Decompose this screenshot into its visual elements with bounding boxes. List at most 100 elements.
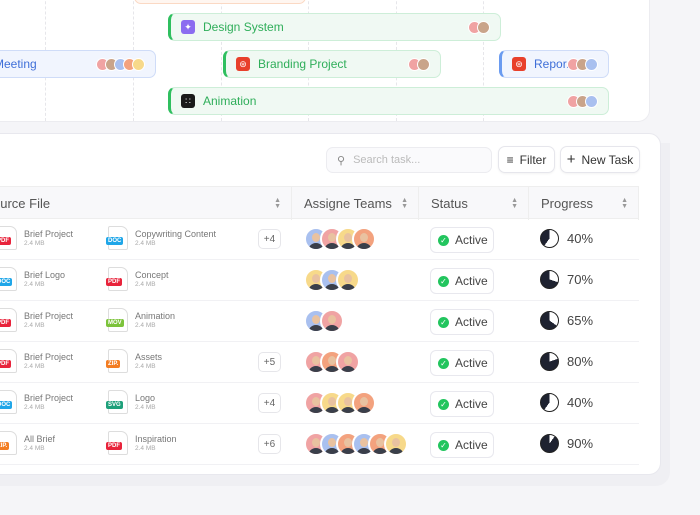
- check-circle-icon: ✓: [438, 235, 449, 246]
- assignee-avatars: [304, 309, 336, 333]
- timeline-bar-partial[interactable]: [134, 0, 306, 4]
- column-progress[interactable]: Progress▲▼: [529, 187, 639, 220]
- plus-icon: +: [567, 151, 576, 168]
- more-files-button[interactable]: +5: [258, 352, 281, 372]
- search-input[interactable]: ⚲Search task...: [326, 147, 492, 173]
- sort-icon[interactable]: ▲▼: [511, 198, 518, 210]
- column-status[interactable]: Status▲▼: [419, 187, 529, 220]
- sort-icon[interactable]: ▲▼: [274, 198, 281, 210]
- assignee-avatars: [304, 391, 368, 415]
- file-icon: ZIP.: [0, 431, 17, 455]
- timeline-bar-label: Meeting: [0, 57, 37, 71]
- progress-pie-icon: [540, 434, 559, 453]
- file-item[interactable]: DOCCopywriting Content2.4 MB: [108, 226, 216, 250]
- column-source-file[interactable]: ource File▲▼: [0, 187, 292, 220]
- table-row[interactable]: DOCBrief Project2.4 MB SVGLogo2.4 MB +4 ✓Ac…: [0, 383, 639, 424]
- status-badge[interactable]: ✓Active: [430, 432, 494, 458]
- status-badge[interactable]: ✓Active: [430, 268, 494, 294]
- assignee-avatars: [304, 350, 352, 374]
- file-icon: PDF: [0, 349, 17, 373]
- avatar: [132, 58, 145, 71]
- avatar: [585, 95, 598, 108]
- avatar: [417, 58, 430, 71]
- design-icon: ✦: [181, 20, 195, 34]
- timeline-bar-label: Design System: [203, 20, 284, 34]
- file-icon: PDF: [0, 226, 17, 250]
- file-icon: ZIP.: [108, 349, 128, 373]
- avatar: [352, 227, 376, 251]
- check-circle-icon: ✓: [438, 440, 449, 451]
- status-badge[interactable]: ✓Active: [430, 350, 494, 376]
- timeline-bar[interactable]: ⊛Repor...: [499, 50, 609, 78]
- assignee-avatars: [304, 268, 352, 292]
- more-files-button[interactable]: +4: [258, 393, 281, 413]
- file-item[interactable]: ZIP.Assets2.4 MB: [108, 349, 162, 373]
- sort-icon[interactable]: ▲▼: [621, 198, 628, 210]
- avatar: [352, 391, 376, 415]
- timeline-panel: ✦ Design System Meeting ⊛ Branding Project ⊛R…: [0, 0, 650, 122]
- progress-indicator: 40%: [540, 393, 593, 412]
- file-item[interactable]: ZIP.All Brief2.4 MB: [0, 431, 55, 455]
- file-item[interactable]: PDFBrief Project2.4 MB: [0, 349, 73, 373]
- progress-pie-icon: [540, 270, 559, 289]
- table-header: ource File▲▼ Assigne Teams▲▼ Status▲▼ Pr…: [0, 186, 639, 219]
- avatar-group: [472, 21, 490, 34]
- file-icon: PDF: [0, 308, 17, 332]
- status-badge[interactable]: ✓Active: [430, 227, 494, 253]
- progress-pie-icon: [540, 311, 559, 330]
- progress-indicator: 65%: [540, 311, 593, 330]
- file-item[interactable]: MOVAnimation2.4 MB: [108, 308, 175, 332]
- assignee-avatars: [304, 432, 400, 456]
- check-circle-icon: ✓: [438, 399, 449, 410]
- avatar: [477, 21, 490, 34]
- dribbble-icon: ⊛: [236, 57, 250, 71]
- progress-indicator: 70%: [540, 270, 593, 289]
- check-circle-icon: ✓: [438, 317, 449, 328]
- filter-button[interactable]: ≡Filter: [498, 146, 555, 173]
- table-row[interactable]: DOCBrief Logo2.4 MB PDFConcept2.4 MB ✓Acti…: [0, 260, 639, 301]
- check-circle-icon: ✓: [438, 276, 449, 287]
- file-item[interactable]: PDFBrief Project2.4 MB: [0, 308, 73, 332]
- progress-indicator: 90%: [540, 434, 593, 453]
- file-icon: SVG: [108, 390, 128, 414]
- table-row[interactable]: PDFBrief Project2.4 MB MOVAnimation2.4 MB…: [0, 301, 639, 342]
- file-icon: DOC: [108, 226, 128, 250]
- new-task-button[interactable]: +New Task: [560, 146, 640, 173]
- task-table-panel: ⚲Search task... ≡Filter +New Task ource …: [0, 133, 661, 475]
- file-item[interactable]: DOCBrief Logo2.4 MB: [0, 267, 65, 291]
- status-badge[interactable]: ✓Active: [430, 391, 494, 417]
- progress-indicator: 40%: [540, 229, 593, 248]
- avatar: [320, 309, 344, 333]
- progress-pie-icon: [540, 352, 559, 371]
- file-icon: MOV: [108, 308, 128, 332]
- file-icon: DOC: [0, 390, 17, 414]
- more-files-button[interactable]: +6: [258, 434, 281, 454]
- timeline-bar[interactable]: Meeting: [0, 50, 156, 78]
- table-row[interactable]: ZIP.All Brief2.4 MB PDFInspiration2.4 MB +…: [0, 424, 639, 465]
- file-item[interactable]: SVGLogo2.4 MB: [108, 390, 156, 414]
- more-files-button[interactable]: +4: [258, 229, 281, 249]
- status-badge[interactable]: ✓Active: [430, 309, 494, 335]
- progress-indicator: 80%: [540, 352, 593, 371]
- table-row[interactable]: PDFBrief Project2.4 MB DOCCopywriting Con…: [0, 219, 639, 260]
- avatar-group: [571, 58, 598, 71]
- sort-icon[interactable]: ▲▼: [401, 198, 408, 210]
- file-item[interactable]: PDFConcept2.4 MB: [108, 267, 169, 291]
- file-item[interactable]: PDFInspiration2.4 MB: [108, 431, 177, 455]
- timeline-bar[interactable]: ⊛ Branding Project: [223, 50, 441, 78]
- avatar-group: [412, 58, 430, 71]
- avatar: [336, 268, 360, 292]
- timeline-bar[interactable]: ✦ Design System: [168, 13, 501, 41]
- file-item[interactable]: PDFBrief Project2.4 MB: [0, 226, 73, 250]
- avatar-group: [100, 58, 145, 71]
- file-item[interactable]: DOCBrief Project2.4 MB: [0, 390, 73, 414]
- table-row[interactable]: PDFBrief Project2.4 MB ZIP.Assets2.4 MB +5…: [0, 342, 639, 383]
- grid-icon: ∷: [181, 94, 195, 108]
- column-assignee-teams[interactable]: Assigne Teams▲▼: [292, 187, 419, 220]
- avatar: [384, 432, 408, 456]
- avatar-group: [571, 95, 598, 108]
- avatar: [336, 350, 360, 374]
- timeline-bar[interactable]: ∷Animation: [168, 87, 609, 115]
- timeline-bar-label: Branding Project: [258, 57, 347, 71]
- progress-pie-icon: [540, 393, 559, 412]
